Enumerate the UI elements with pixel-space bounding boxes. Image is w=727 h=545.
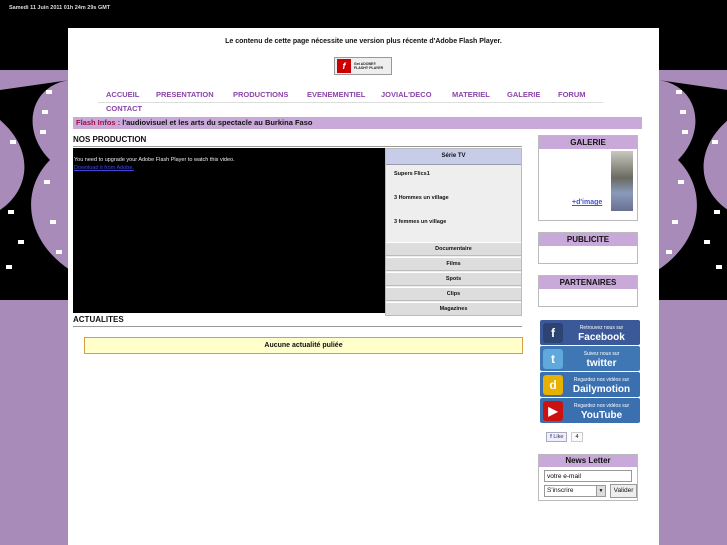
submit-button[interactable]: Valider bbox=[610, 484, 637, 498]
nav-accueil[interactable]: ACCUEIL bbox=[106, 90, 139, 99]
flash-icon: f bbox=[337, 59, 351, 73]
facebook-icon: f bbox=[543, 322, 563, 343]
flash-badge-line2: FLASH® PLAYER bbox=[354, 66, 384, 70]
series-header[interactable]: Série TV bbox=[386, 149, 521, 165]
youtube-label: YouTube bbox=[580, 409, 623, 421]
publicite-box: PUBLICITE bbox=[538, 232, 638, 264]
galerie-box: GALERIE +d'image bbox=[538, 135, 638, 221]
category-spots[interactable]: Spots bbox=[386, 272, 521, 286]
subscribe-select-value: S'inscrire bbox=[547, 487, 574, 494]
youtube-icon: ▶ bbox=[543, 400, 563, 421]
video-upgrade-message: You need to upgrade your Adobe Flash Pla… bbox=[74, 157, 235, 163]
film-strip-right bbox=[658, 80, 727, 300]
facebook-like: f Like 4 bbox=[546, 432, 583, 442]
nav-presentation[interactable]: PRESENTATION bbox=[156, 90, 214, 99]
current-date: Samedi 11 Juin 2011 01h 24m 29s GMT bbox=[9, 5, 111, 11]
series-menu: Série TV Supers Flics1 3 Hommes un villa… bbox=[385, 148, 522, 316]
more-images-link[interactable]: +d'image bbox=[572, 199, 602, 206]
partenaires-title: PARTENAIRES bbox=[539, 276, 637, 289]
nav-divider bbox=[98, 102, 603, 103]
nav-galerie[interactable]: GALERIE bbox=[507, 90, 540, 99]
email-field[interactable] bbox=[544, 470, 632, 482]
facebook-label: Facebook bbox=[578, 331, 625, 343]
flash-infos-label: Flash Infos : bbox=[76, 118, 121, 127]
episode-item[interactable]: 3 Hommes un village bbox=[394, 195, 449, 201]
film-strip-left bbox=[0, 80, 70, 300]
no-news-notice: Aucune actualité puliée bbox=[84, 337, 523, 354]
actualites-rule bbox=[73, 326, 522, 327]
like-count: 4 bbox=[571, 432, 583, 442]
flash-infos-ticker: Flash Infos : l'audiovisuel et les arts … bbox=[73, 117, 642, 129]
nav-forum[interactable]: FORUM bbox=[558, 90, 586, 99]
dailymotion-icon: d bbox=[543, 374, 563, 395]
actualites-title: ACTUALITES bbox=[73, 315, 124, 324]
productions-rule bbox=[73, 146, 522, 147]
video-player[interactable]: You need to upgrade your Adobe Flash Pla… bbox=[73, 148, 385, 313]
category-films[interactable]: Films bbox=[386, 257, 521, 271]
main-page: Le contenu de cette page nécessite une v… bbox=[68, 28, 659, 545]
episode-item[interactable]: Supers Flics1 bbox=[394, 171, 430, 177]
twitter-button[interactable]: t Suivez nous sur twitter bbox=[540, 346, 640, 371]
youtube-button[interactable]: ▶ Regardez nos vidéos sur YouTube bbox=[540, 398, 640, 423]
facebook-button[interactable]: f Retrouvez nous sur Facebook bbox=[540, 320, 640, 345]
episode-item[interactable]: 3 femmes un village bbox=[394, 219, 446, 225]
partenaires-box: PARTENAIRES bbox=[538, 275, 638, 307]
nav-jovialdeco[interactable]: JOVIAL'DECO bbox=[381, 90, 432, 99]
chevron-down-icon: ▼ bbox=[596, 486, 605, 496]
like-label: Like bbox=[553, 434, 564, 440]
like-button[interactable]: f Like bbox=[546, 432, 568, 442]
twitter-icon: t bbox=[543, 348, 563, 369]
nav-productions[interactable]: PRODUCTIONS bbox=[233, 90, 288, 99]
newsletter-box: News Letter S'inscrire ▼ Valider bbox=[538, 454, 638, 501]
nav-evenementiel[interactable]: EVENEMENTIEL bbox=[307, 90, 365, 99]
newsletter-title: News Letter bbox=[539, 455, 637, 467]
get-flash-player-button[interactable]: f Get ADOBE® FLASH® PLAYER bbox=[334, 57, 392, 75]
flash-infos-text[interactable]: l'audiovisuel et les arts du spectacle a… bbox=[122, 118, 312, 127]
publicite-title: PUBLICITE bbox=[539, 233, 637, 246]
flash-upgrade-message: Le contenu de cette page nécessite une v… bbox=[225, 38, 502, 45]
dailymotion-label: Dailymotion bbox=[572, 383, 631, 395]
subscribe-select[interactable]: S'inscrire ▼ bbox=[544, 485, 606, 497]
category-clips[interactable]: Clips bbox=[386, 287, 521, 301]
galerie-photo[interactable] bbox=[611, 151, 633, 211]
dailymotion-button[interactable]: d Regardez nos vidéos sur Dailymotion bbox=[540, 372, 640, 397]
twitter-label: twitter bbox=[586, 357, 617, 369]
nav-contact[interactable]: CONTACT bbox=[106, 104, 142, 113]
download-flash-link[interactable]: Download it from Adobe. bbox=[74, 165, 384, 171]
category-magazines[interactable]: Magazines bbox=[386, 302, 521, 316]
productions-title: NOS PRODUCTION bbox=[73, 135, 147, 144]
galerie-title: GALERIE bbox=[539, 136, 637, 149]
category-documentaire[interactable]: Documentaire bbox=[386, 242, 521, 256]
nav-materiel[interactable]: MATERIEL bbox=[452, 90, 490, 99]
